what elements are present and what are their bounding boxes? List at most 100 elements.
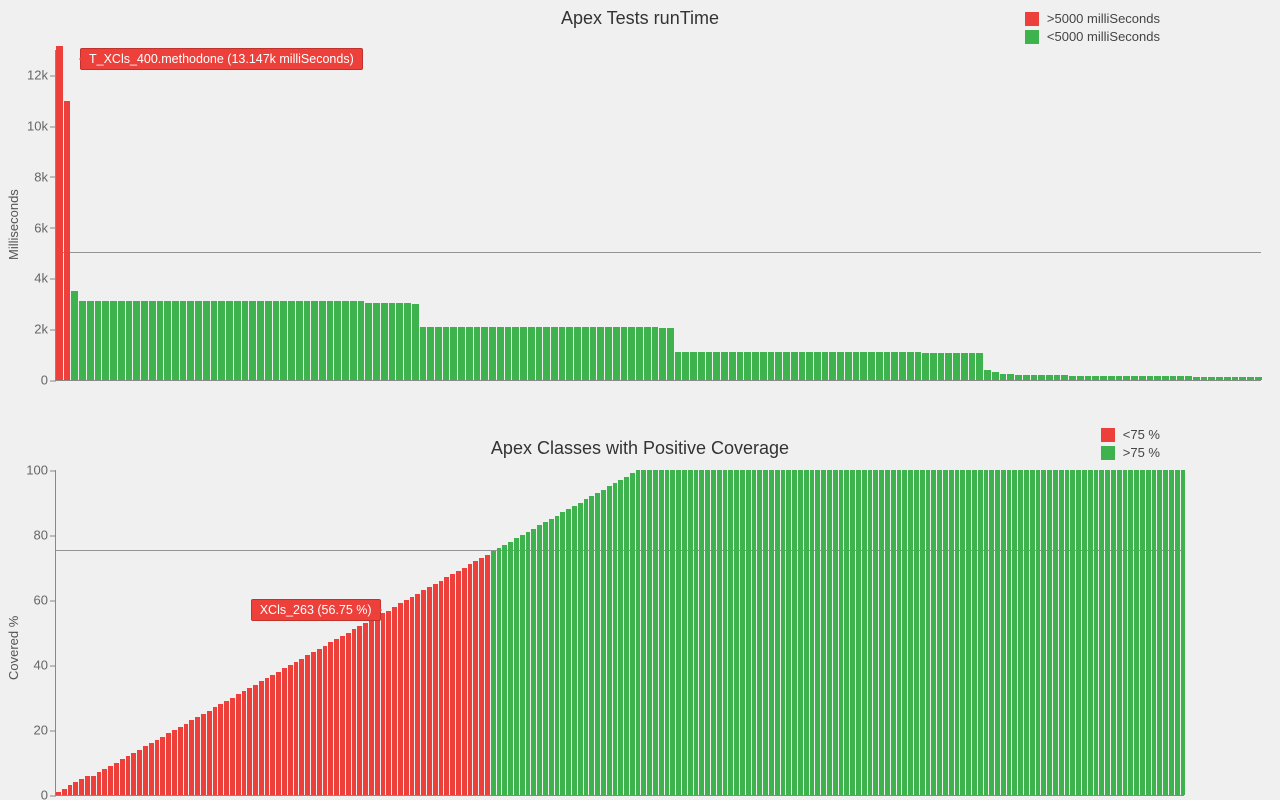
bar[interactable] xyxy=(1157,470,1162,795)
bar[interactable] xyxy=(597,327,604,380)
bar[interactable] xyxy=(234,301,241,380)
bar[interactable] xyxy=(601,490,606,796)
bar[interactable] xyxy=(578,503,583,796)
bar[interactable] xyxy=(945,353,952,380)
bar[interactable] xyxy=(675,352,682,380)
bar[interactable] xyxy=(891,352,898,380)
bar[interactable] xyxy=(247,688,252,795)
bar[interactable] xyxy=(91,776,96,796)
bar[interactable] xyxy=(768,352,775,380)
bar[interactable] xyxy=(1224,377,1231,380)
bar[interactable] xyxy=(404,600,409,795)
bar[interactable] xyxy=(265,678,270,795)
bar[interactable] xyxy=(1059,470,1064,795)
bar[interactable] xyxy=(699,470,704,795)
bar[interactable] xyxy=(860,352,867,380)
bar[interactable] xyxy=(126,301,133,380)
bar[interactable] xyxy=(1162,376,1169,380)
bar[interactable] xyxy=(514,538,519,795)
bar[interactable] xyxy=(180,301,187,380)
bar[interactable] xyxy=(829,352,836,380)
bar[interactable] xyxy=(972,470,977,795)
bar[interactable] xyxy=(810,470,815,795)
bar[interactable] xyxy=(868,470,873,795)
bar[interactable] xyxy=(1175,470,1180,795)
bar[interactable] xyxy=(915,352,922,380)
bar[interactable] xyxy=(149,301,156,380)
bar[interactable] xyxy=(164,301,171,380)
bar[interactable] xyxy=(1232,377,1239,380)
bar[interactable] xyxy=(543,522,548,795)
bar[interactable] xyxy=(218,301,225,380)
bar[interactable] xyxy=(398,603,403,795)
bar[interactable] xyxy=(415,594,420,796)
bar[interactable] xyxy=(443,327,450,380)
bar[interactable] xyxy=(323,646,328,796)
bar[interactable] xyxy=(984,470,989,795)
bar[interactable] xyxy=(1024,470,1029,795)
bar[interactable] xyxy=(804,470,809,795)
bar[interactable] xyxy=(73,782,78,795)
bar[interactable] xyxy=(566,327,573,380)
bar[interactable] xyxy=(311,301,318,380)
bar[interactable] xyxy=(68,785,73,795)
bar[interactable] xyxy=(630,473,635,795)
bar[interactable] xyxy=(582,327,589,380)
bar[interactable] xyxy=(595,493,600,795)
bar[interactable] xyxy=(311,652,316,795)
bar[interactable] xyxy=(462,568,467,796)
bar[interactable] xyxy=(95,301,102,380)
bar[interactable] xyxy=(688,470,693,795)
bar[interactable] xyxy=(64,101,71,380)
bar[interactable] xyxy=(815,470,820,795)
bar[interactable] xyxy=(806,352,813,380)
bar[interactable] xyxy=(814,352,821,380)
bar[interactable] xyxy=(526,532,531,795)
bar[interactable] xyxy=(555,516,560,796)
bar[interactable] xyxy=(976,353,983,380)
bar[interactable] xyxy=(1036,470,1041,795)
bar[interactable] xyxy=(1108,376,1115,380)
bar[interactable] xyxy=(299,659,304,796)
bar[interactable] xyxy=(1038,375,1045,380)
bar[interactable] xyxy=(172,730,177,795)
bar[interactable] xyxy=(897,470,902,795)
bar[interactable] xyxy=(844,470,849,795)
bar[interactable] xyxy=(491,551,496,795)
bar[interactable] xyxy=(226,301,233,380)
bar[interactable] xyxy=(410,597,415,795)
bar[interactable] xyxy=(71,291,78,380)
bar[interactable] xyxy=(659,470,664,795)
bar[interactable] xyxy=(249,301,256,380)
bar[interactable] xyxy=(62,789,67,796)
bar[interactable] xyxy=(108,766,113,795)
bar[interactable] xyxy=(798,470,803,795)
bar[interactable] xyxy=(155,740,160,795)
bar[interactable] xyxy=(791,352,798,380)
bar[interactable] xyxy=(636,470,641,795)
bar[interactable] xyxy=(621,327,628,380)
bar[interactable] xyxy=(822,352,829,380)
bar[interactable] xyxy=(781,470,786,795)
bar[interactable] xyxy=(744,352,751,380)
chart-runtime-plot[interactable]: 02k4k6k8k10k12k T_XCls_400.methodone (13… xyxy=(55,50,1261,381)
bar[interactable] xyxy=(363,623,368,795)
bar[interactable] xyxy=(528,327,535,380)
bar[interactable] xyxy=(960,470,965,795)
bar[interactable] xyxy=(1154,376,1161,380)
bar[interactable] xyxy=(931,470,936,795)
bar[interactable] xyxy=(1061,375,1068,380)
bar[interactable] xyxy=(667,328,674,380)
bar[interactable] xyxy=(984,370,991,380)
bar[interactable] xyxy=(589,496,594,795)
bar[interactable] xyxy=(644,327,651,380)
bar[interactable] xyxy=(340,636,345,795)
bar[interactable] xyxy=(914,470,919,795)
bar[interactable] xyxy=(328,642,333,795)
bar[interactable] xyxy=(891,470,896,795)
bar[interactable] xyxy=(845,352,852,380)
bar[interactable] xyxy=(1041,470,1046,795)
bar[interactable] xyxy=(435,327,442,380)
bar[interactable] xyxy=(1170,376,1177,380)
bar[interactable] xyxy=(862,470,867,795)
